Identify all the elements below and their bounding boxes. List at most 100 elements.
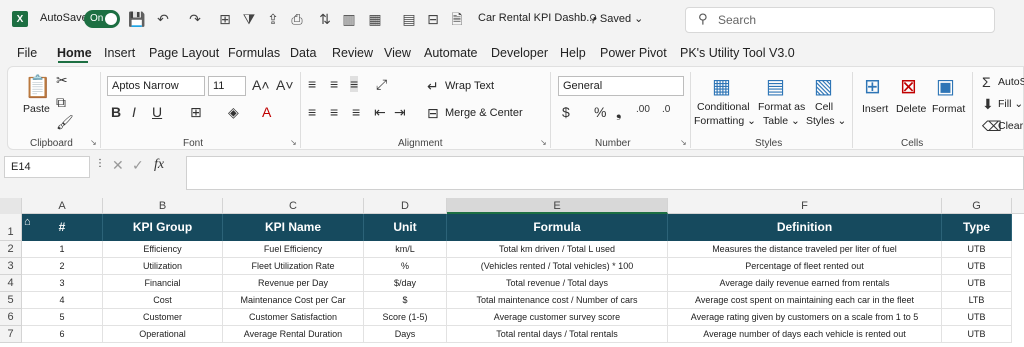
table-cell[interactable]: UTB <box>942 326 1012 343</box>
table-cell[interactable]: Fleet Utilization Rate <box>223 258 364 275</box>
undo-icon[interactable]: ↶ <box>154 9 172 29</box>
number-format-select[interactable]: General <box>558 76 684 96</box>
currency-icon[interactable]: $ <box>562 104 570 120</box>
comma-icon[interactable]: ❟ <box>616 104 622 121</box>
borders-icon[interactable]: ⊞ <box>216 9 234 29</box>
table-cell[interactable]: % <box>364 258 447 275</box>
table-cell[interactable]: $/day <box>364 275 447 292</box>
fill-color-icon[interactable]: ◈ <box>228 104 239 121</box>
format-table-icon[interactable]: ▤ <box>766 74 785 99</box>
table-header-cell[interactable]: KPI Group <box>103 214 223 241</box>
wrap-text-button[interactable]: Wrap Text <box>445 80 494 92</box>
table-cell[interactable]: Fuel Efficiency <box>223 241 364 258</box>
table-header-cell[interactable]: Definition <box>668 214 942 241</box>
table-cell[interactable]: Total rental days / Total rentals <box>447 326 668 343</box>
name-box[interactable]: E14 <box>4 156 90 178</box>
format-as-table-button[interactable]: Format as <box>758 101 805 113</box>
table-cell[interactable]: Average daily revenue earned from rental… <box>668 275 942 292</box>
tab-formulas[interactable]: Formulas <box>228 46 280 60</box>
print-icon[interactable]: ⎙ <box>288 9 306 29</box>
underline-icon[interactable]: U <box>152 104 162 120</box>
conditional-formatting-icon[interactable]: ▦ <box>712 74 731 99</box>
table-cell[interactable]: Utilization <box>103 258 223 275</box>
save-icon[interactable]: 💾 <box>128 9 146 29</box>
table-cell[interactable]: Operational <box>103 326 223 343</box>
row-header[interactable]: 4 <box>0 275 22 292</box>
table-header-cell[interactable]: Formula <box>447 214 668 241</box>
increase-indent-icon[interactable]: ⇥ <box>394 104 406 121</box>
table-cell[interactable]: Total revenue / Total days <box>447 275 668 292</box>
table-cell[interactable]: Average customer survey score <box>447 309 668 326</box>
tab-insert[interactable]: Insert <box>104 46 135 60</box>
row-header[interactable]: 2 <box>0 241 22 258</box>
table-header-cell[interactable]: KPI Name <box>223 214 364 241</box>
table-cell[interactable]: Average cost spent on maintaining each c… <box>668 292 942 309</box>
tab-data[interactable]: Data <box>290 46 316 60</box>
delete-button[interactable]: Delete <box>896 103 926 115</box>
home-icon[interactable]: ⌂ <box>24 216 31 228</box>
fill-icon[interactable]: ⬇ <box>982 96 994 113</box>
table-cell[interactable]: UTB <box>942 309 1012 326</box>
autosave-toggle[interactable]: On <box>84 10 120 28</box>
table-header-cell[interactable]: # <box>22 214 103 241</box>
cell-styles-button[interactable]: Cell <box>815 101 833 113</box>
table-cell[interactable]: Percentage of fleet rented out <box>668 258 942 275</box>
calculator-icon[interactable]: ▦ <box>366 9 384 29</box>
table-cell[interactable]: $ <box>364 292 447 309</box>
borders-ribbon-icon[interactable]: ⊞ <box>190 104 202 121</box>
grid-icon[interactable]: ▤ <box>400 9 418 29</box>
more-options-icon[interactable]: ⋮ <box>95 158 105 169</box>
table-cell[interactable]: km/L <box>364 241 447 258</box>
table-cell[interactable]: 1 <box>22 241 103 258</box>
form-icon[interactable]: ⊟ <box>424 9 442 29</box>
table-cell[interactable]: Customer Satisfaction <box>223 309 364 326</box>
font-name-select[interactable]: Aptos Narrow <box>107 76 205 96</box>
save-status[interactable]: • Saved ⌄ <box>593 12 643 25</box>
select-all-corner[interactable] <box>0 198 22 214</box>
row-header[interactable]: 5 <box>0 292 22 309</box>
file-icon[interactable]: 🗎 <box>448 9 466 29</box>
font-size-select[interactable]: 11 <box>208 76 246 96</box>
formula-input[interactable] <box>186 156 1024 190</box>
table-cell[interactable]: Total km driven / Total L used <box>447 241 668 258</box>
table-cell[interactable]: 6 <box>22 326 103 343</box>
table-cell[interactable]: Cost <box>103 292 223 309</box>
paste-icon[interactable]: 📋 <box>24 74 51 100</box>
tab-home[interactable]: Home <box>57 46 92 60</box>
share-icon[interactable]: ⇪ <box>264 9 282 29</box>
table-cell[interactable]: Average rating given by customers on a s… <box>668 309 942 326</box>
table-cell[interactable]: LTB <box>942 292 1012 309</box>
search-input[interactable]: Search <box>685 7 995 33</box>
align-bottom-icon[interactable]: ≡ <box>350 76 359 92</box>
align-right-icon[interactable]: ≡ <box>352 104 360 120</box>
paste-button[interactable]: Paste <box>23 103 50 115</box>
insert-function-button[interactable]: fx <box>154 157 164 173</box>
table-cell[interactable]: 5 <box>22 309 103 326</box>
tab-utility-tool[interactable]: PK's Utility Tool V3.0 <box>680 46 795 60</box>
tab-power-pivot[interactable]: Power Pivot <box>600 46 667 60</box>
table-header-cell[interactable]: Type <box>942 214 1012 241</box>
tab-page-layout[interactable]: Page Layout <box>149 46 219 60</box>
table-cell[interactable]: 4 <box>22 292 103 309</box>
conditional-formatting-button[interactable]: Conditional <box>697 101 750 113</box>
row-header[interactable]: 1 <box>0 214 22 241</box>
alignment-launcher-icon[interactable]: ↘ <box>540 138 547 147</box>
font-color-icon[interactable]: A <box>262 104 271 120</box>
table-cell[interactable]: 3 <box>22 275 103 292</box>
clear-button[interactable]: Clear <box>998 120 1023 132</box>
increase-decimal-icon[interactable]: .00 <box>636 104 650 115</box>
column-header[interactable]: B <box>103 198 223 214</box>
table-cell[interactable]: Total maintenance cost / Number of cars <box>447 292 668 309</box>
table-cell[interactable]: 2 <box>22 258 103 275</box>
table-cell[interactable]: UTB <box>942 258 1012 275</box>
table-cell[interactable]: Maintenance Cost per Car <box>223 292 364 309</box>
insert-button[interactable]: Insert <box>862 103 888 115</box>
autosum-button[interactable]: AutoS <box>998 76 1024 88</box>
column-header[interactable]: A <box>22 198 103 214</box>
format-painter-icon[interactable]: 🖌 <box>56 114 74 131</box>
merge-center-icon[interactable]: ⊟ <box>427 105 439 122</box>
clipboard-launcher-icon[interactable]: ↘ <box>90 138 97 147</box>
cell-styles-icon[interactable]: ▧ <box>814 74 833 99</box>
tab-view[interactable]: View <box>384 46 411 60</box>
redo-icon[interactable]: ↷ <box>186 9 204 29</box>
